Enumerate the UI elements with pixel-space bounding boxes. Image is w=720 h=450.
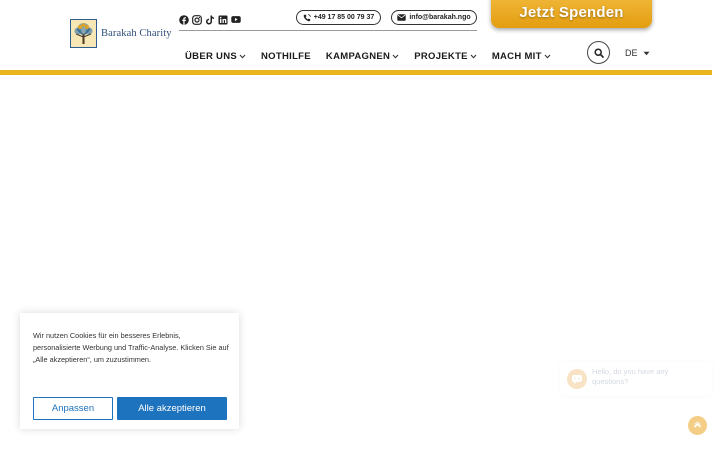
search-icon (593, 47, 604, 58)
logo[interactable]: Barakah Charity (70, 19, 172, 48)
chat-avatar-icon (567, 369, 587, 389)
tree-logo-icon (70, 19, 97, 48)
nav-item-ueber-uns[interactable]: ÜBER UNS (185, 51, 246, 62)
email-address: info@barakah.ngo (409, 14, 471, 21)
language-selector[interactable]: DE (625, 48, 650, 58)
header-divider (179, 30, 477, 31)
search-button[interactable] (587, 41, 610, 64)
chevron-down-icon (470, 54, 477, 59)
main-nav: ÜBER UNS NOTHILFE KAMPAGNEN PROJEKTE MAC… (185, 50, 551, 62)
phone-button[interactable]: +49 17 85 00 79 37 (296, 10, 381, 25)
cookie-message: Wir nutzen Cookies für ein besseres Erle… (33, 331, 229, 364)
youtube-icon[interactable] (231, 14, 241, 25)
caret-down-icon (643, 51, 650, 55)
social-links (179, 14, 241, 25)
page: Barakah Charity +49 17 85 00 79 37 info@… (0, 0, 720, 450)
site-header: Barakah Charity +49 17 85 00 79 37 info@… (0, 0, 712, 70)
nav-item-label: MACH MIT (491, 50, 542, 62)
chat-bubble[interactable]: Hello, do you have any questions? (560, 362, 712, 396)
nav-item-nothilfe[interactable]: NOTHILFE (261, 51, 311, 62)
tiktok-icon[interactable] (205, 14, 215, 25)
nav-item-label: ÜBER UNS (185, 50, 238, 62)
customize-button[interactable]: Anpassen (33, 397, 113, 420)
instagram-icon[interactable] (192, 14, 202, 25)
chevron-up-icon (693, 421, 702, 428)
logo-text: Barakah Charity (101, 28, 172, 39)
nav-item-label: PROJEKTE (414, 50, 468, 62)
cookie-banner: Wir nutzen Cookies für ein besseres Erle… (20, 313, 239, 429)
envelope-icon (397, 14, 407, 21)
scroll-to-top-button[interactable] (688, 416, 707, 435)
header-accent-bar (0, 70, 712, 75)
chevron-down-icon (239, 54, 246, 59)
nav-item-mach-mit[interactable]: MACH MIT (492, 51, 551, 62)
chat-message: Hello, do you have any questions? (592, 367, 669, 386)
email-button[interactable]: info@barakah.ngo (391, 10, 477, 25)
facebook-icon[interactable] (179, 14, 189, 25)
donate-button[interactable]: Jetzt Spenden (491, 0, 652, 28)
linkedin-icon[interactable] (218, 14, 228, 25)
nav-item-kampagnen[interactable]: KAMPAGNEN (326, 51, 399, 62)
nav-item-label: KAMPAGNEN (325, 50, 391, 62)
phone-number: +49 17 85 00 79 37 (313, 14, 375, 21)
phone-icon (303, 13, 311, 21)
chevron-down-icon (544, 54, 551, 59)
chevron-down-icon (392, 54, 399, 59)
accept-all-button[interactable]: Alle akzeptieren (117, 397, 227, 420)
nav-item-projekte[interactable]: PROJEKTE (414, 51, 477, 62)
language-label: DE (625, 48, 638, 58)
nav-item-label: NOTHILFE (261, 50, 311, 62)
